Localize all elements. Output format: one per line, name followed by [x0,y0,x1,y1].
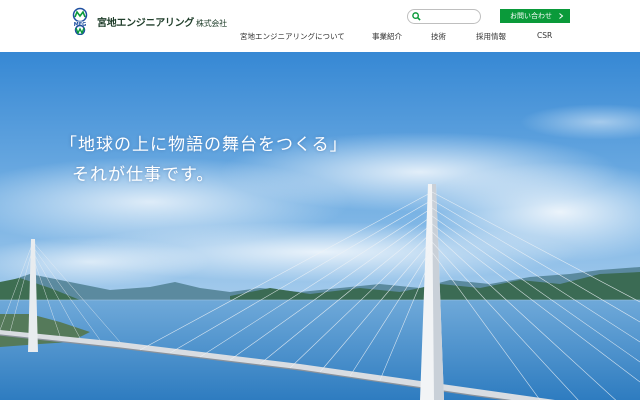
company-name-suffix: 株式会社 [196,19,227,28]
inquiry-button[interactable]: お問い合わせ [500,9,570,23]
nav-csr[interactable]: CSR [537,31,552,40]
company-name-main: 宮地エンジニアリング [97,18,194,29]
nav-about[interactable]: 宮地エンジニアリングについて [240,31,345,42]
bridge-scene [0,52,640,400]
company-name[interactable]: 宮地エンジニアリング 株式会社 [97,14,227,29]
site-header: MEG 宮地エンジニアリング 株式会社 お問い合わせ 宮地エンジニアリングについて… [0,0,640,52]
nav-technology[interactable]: 技術 [431,31,446,42]
hero-tagline-line2: それが仕事です。 [72,165,215,185]
search-icon [412,12,421,21]
chevron-right-icon [559,13,564,19]
meg-logo[interactable]: MEG [69,7,91,35]
search-input[interactable] [424,10,476,23]
nav-business[interactable]: 事業紹介 [372,31,402,42]
hero-image: 「地球の上に物語の舞台をつくる」 それが仕事です。 [0,52,640,400]
hero-tagline-line1: 「地球の上に物語の舞台をつくる」 [60,135,348,155]
nav-recruit[interactable]: 採用情報 [476,31,506,42]
search-box[interactable] [407,9,481,24]
inquiry-label: お問い合わせ [510,12,552,20]
